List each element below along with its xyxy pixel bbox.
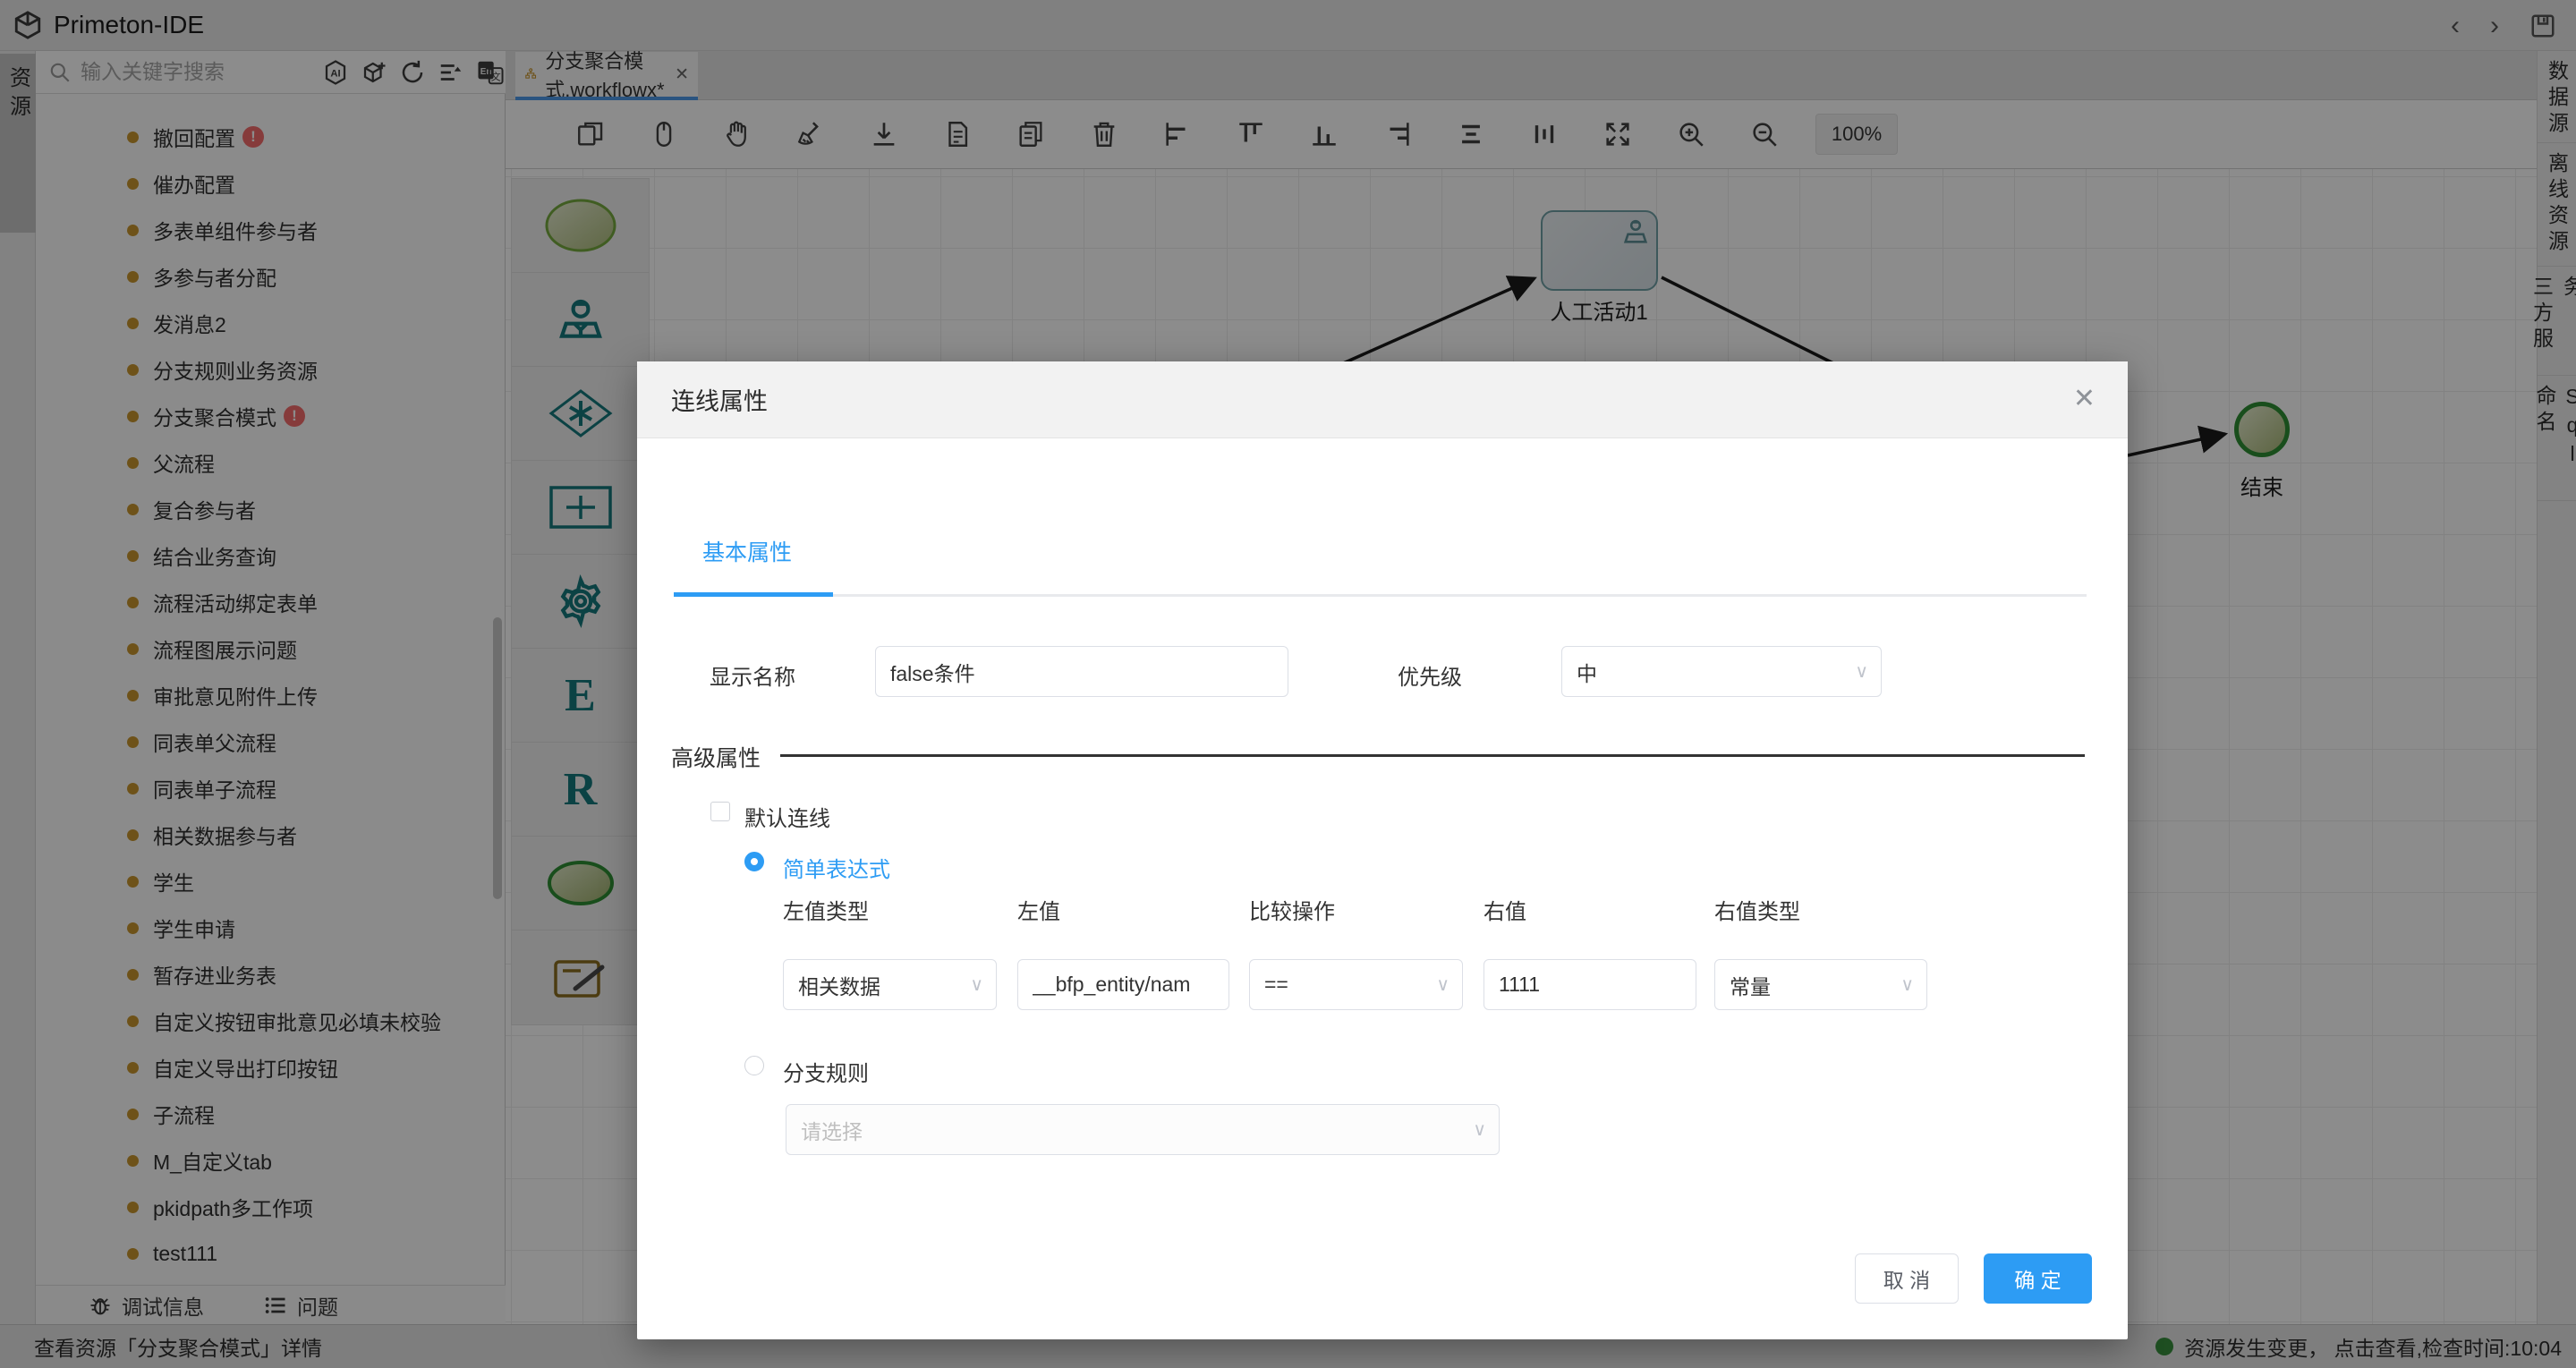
advanced-heading: 高级属性 xyxy=(671,741,761,773)
dialog-header: 连线属性 ✕ xyxy=(637,361,2128,438)
display-name-input[interactable] xyxy=(875,646,1288,697)
chevron-down-icon: ∨ xyxy=(970,973,983,996)
display-name-label: 显示名称 xyxy=(710,659,795,691)
chevron-down-icon: ∨ xyxy=(1473,1118,1486,1141)
left-value-type-value: 相关数据 xyxy=(798,970,880,1000)
chevron-down-icon: ∨ xyxy=(1855,660,1868,683)
line-properties-dialog: 连线属性 ✕ 基本属性 显示名称 优先级 中 ∨ 高级属性 默认连线 简单表达式… xyxy=(637,361,2128,1339)
simple-expression-label: 简单表达式 xyxy=(783,852,890,883)
left-value-label: 左值 xyxy=(1017,894,1060,925)
right-value-input[interactable] xyxy=(1484,959,1696,1010)
chevron-down-icon: ∨ xyxy=(1436,973,1450,996)
left-value-type-label: 左值类型 xyxy=(783,894,869,925)
chevron-down-icon: ∨ xyxy=(1900,973,1914,996)
tab-basic-underline xyxy=(674,592,833,597)
compare-op-value: == xyxy=(1264,973,1288,997)
right-value-type-value: 常量 xyxy=(1730,970,1771,1000)
simple-expression-radio[interactable] xyxy=(744,852,764,871)
default-line-label: 默认连线 xyxy=(744,801,830,832)
right-value-label: 右值 xyxy=(1484,894,1526,925)
priority-select[interactable]: 中 ∨ xyxy=(1561,646,1882,697)
default-line-checkbox[interactable] xyxy=(710,802,730,821)
priority-label: 优先级 xyxy=(1398,659,1462,691)
compare-op-select[interactable]: == ∨ xyxy=(1249,959,1463,1010)
left-value-value[interactable] xyxy=(1033,973,1214,997)
branch-rule-radio[interactable] xyxy=(744,1056,764,1075)
right-value-type-label: 右值类型 xyxy=(1714,894,1800,925)
priority-value: 中 xyxy=(1577,657,1597,687)
branch-rule-label: 分支规则 xyxy=(783,1056,869,1087)
tab-basic-properties[interactable]: 基本属性 xyxy=(702,535,792,567)
dialog-close-icon[interactable]: ✕ xyxy=(2073,383,2096,414)
display-name-value[interactable] xyxy=(890,659,1273,684)
branch-rule-placeholder: 请选择 xyxy=(801,1115,863,1145)
compare-op-label: 比较操作 xyxy=(1249,894,1335,925)
confirm-button[interactable]: 确 定 xyxy=(1984,1253,2092,1304)
branch-rule-select[interactable]: 请选择 ∨ xyxy=(786,1104,1500,1155)
left-value-type-select[interactable]: 相关数据 ∨ xyxy=(783,959,997,1010)
cancel-button[interactable]: 取 消 xyxy=(1855,1253,1959,1304)
tab-separator xyxy=(674,594,2087,597)
dialog-title: 连线属性 xyxy=(671,382,768,417)
left-value-input[interactable] xyxy=(1017,959,1229,1010)
advanced-divider xyxy=(780,754,2085,757)
right-value-value[interactable] xyxy=(1499,973,1681,997)
right-value-type-select[interactable]: 常量 ∨ xyxy=(1714,959,1927,1010)
